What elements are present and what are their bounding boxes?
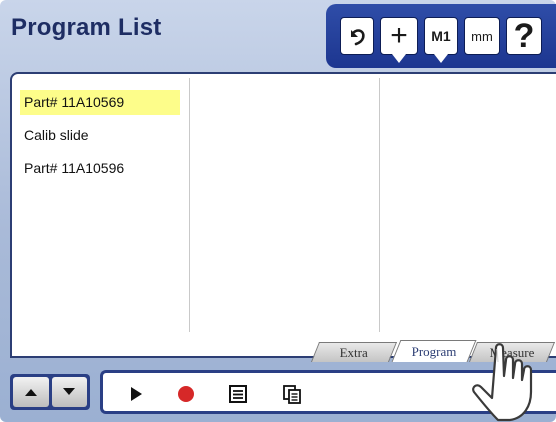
arrow-down-icon (63, 388, 76, 395)
m1-label: M1 (431, 28, 451, 44)
program-list: Part# 11A10569 Calib slide Part# 11A1059… (20, 90, 180, 189)
help-icon: ? (513, 16, 535, 55)
add-button[interactable]: + (380, 17, 418, 63)
tab-extra[interactable]: Extra (310, 342, 398, 362)
view-program-button[interactable] (227, 383, 249, 405)
program-item-0[interactable]: Part# 11A10569 (20, 90, 180, 115)
tab-program-label: Program (411, 343, 457, 359)
list-icon (229, 385, 247, 403)
play-icon (131, 387, 142, 401)
header: Program List + M1 mm ? (0, 0, 556, 72)
record-icon (178, 386, 194, 402)
program-item-2[interactable]: Part# 11A10596 (20, 156, 180, 181)
m1-button[interactable]: M1 (424, 17, 458, 63)
undo-arrow-icon (351, 29, 365, 46)
content-panel: Part# 11A10569 Calib slide Part# 11A1059… (10, 72, 556, 358)
units-label: mm (471, 28, 493, 44)
arrow-up-icon (24, 389, 37, 396)
program-item-1[interactable]: Calib slide (20, 123, 180, 148)
down-button[interactable] (51, 377, 87, 407)
undo-button[interactable] (340, 17, 374, 55)
column-divider (379, 78, 380, 332)
run-button[interactable] (125, 383, 147, 405)
tab-program[interactable]: Program (391, 340, 477, 362)
record-button[interactable] (175, 383, 197, 405)
units-button[interactable]: mm (464, 17, 500, 55)
plus-icon: + (390, 19, 408, 52)
nav-buttons (10, 374, 90, 410)
toolbar: + M1 mm ? (326, 4, 556, 68)
column-divider (189, 78, 190, 332)
copy-icon (283, 385, 301, 404)
tab-extra-label: Extra (339, 344, 368, 360)
up-button[interactable] (13, 377, 49, 407)
copy-button[interactable] (281, 383, 303, 405)
help-button[interactable]: ? (506, 17, 542, 55)
pointing-hand-icon (472, 343, 533, 422)
app-window: Program List + M1 mm ? Part# 11A10569 Ca… (0, 0, 556, 422)
page-title: Program List (11, 14, 162, 41)
